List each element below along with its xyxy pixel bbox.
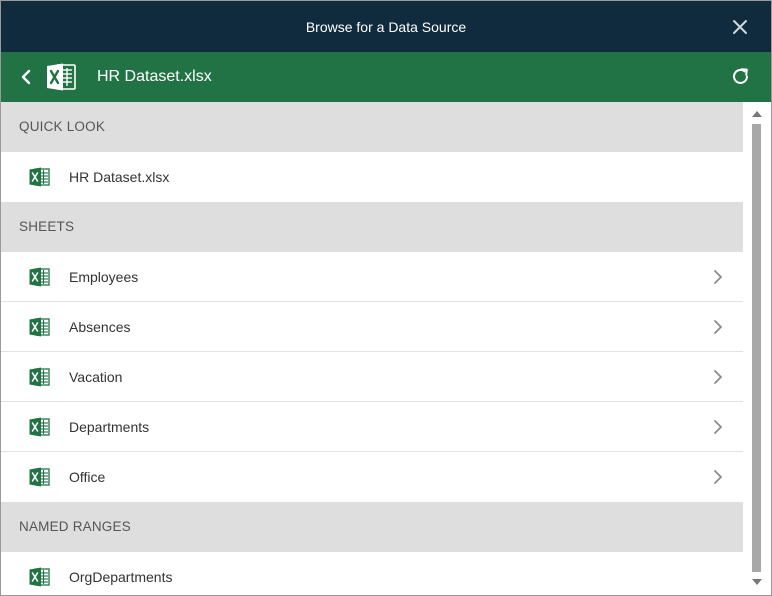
excel-icon — [29, 467, 50, 487]
scroll-up-arrow-icon[interactable] — [752, 110, 762, 118]
sheet-item-office[interactable]: Office — [1, 452, 743, 502]
back-arrow-icon[interactable] — [19, 69, 33, 85]
named-range-item-orgdepartments[interactable]: OrgDepartments — [1, 552, 743, 595]
dialog-titlebar: Browse for a Data Source — [1, 1, 771, 52]
scroll-down-arrow-icon[interactable] — [752, 578, 762, 586]
chevron-right-icon — [714, 470, 722, 484]
close-icon[interactable] — [731, 18, 749, 36]
current-file-title: HR Dataset.xlsx — [97, 68, 212, 85]
chevron-right-icon — [714, 420, 722, 434]
excel-icon — [29, 167, 50, 187]
excel-file-icon — [47, 63, 76, 91]
excel-icon — [29, 317, 50, 337]
excel-icon — [29, 567, 50, 587]
refresh-icon[interactable] — [730, 66, 751, 87]
item-label: Vacation — [69, 369, 123, 385]
item-label: OrgDepartments — [69, 569, 173, 585]
sheet-item-vacation[interactable]: Vacation — [1, 352, 743, 402]
vertical-scrollbar[interactable] — [743, 102, 771, 595]
item-label: HR Dataset.xlsx — [69, 169, 170, 185]
data-source-list: QUICK LOOK HR Dataset.xlsx SHEETS Employ… — [1, 102, 743, 595]
item-label: Employees — [69, 269, 139, 285]
section-header-quick-look: QUICK LOOK — [1, 102, 743, 152]
section-header-sheets: SHEETS — [1, 202, 743, 252]
excel-icon — [29, 267, 50, 287]
chevron-right-icon — [714, 320, 722, 334]
excel-icon — [29, 417, 50, 437]
dialog-title: Browse for a Data Source — [305, 18, 467, 35]
item-label: Absences — [69, 319, 131, 335]
navigation-bar: HR Dataset.xlsx — [1, 52, 771, 102]
chevron-right-icon — [714, 270, 722, 284]
item-label: Office — [69, 469, 106, 485]
sheet-item-absences[interactable]: Absences — [1, 302, 743, 352]
scrollbar-thumb[interactable] — [752, 124, 761, 572]
quick-look-item[interactable]: HR Dataset.xlsx — [1, 152, 743, 202]
sheet-item-employees[interactable]: Employees — [1, 252, 743, 302]
chevron-right-icon — [714, 370, 722, 384]
section-header-named-ranges: NAMED RANGES — [1, 502, 743, 552]
item-label: Departments — [69, 419, 150, 435]
browse-data-source-dialog: Browse for a Data Source HR Dataset.xlsx… — [0, 0, 772, 596]
sheet-item-departments[interactable]: Departments — [1, 402, 743, 452]
excel-icon — [29, 367, 50, 387]
